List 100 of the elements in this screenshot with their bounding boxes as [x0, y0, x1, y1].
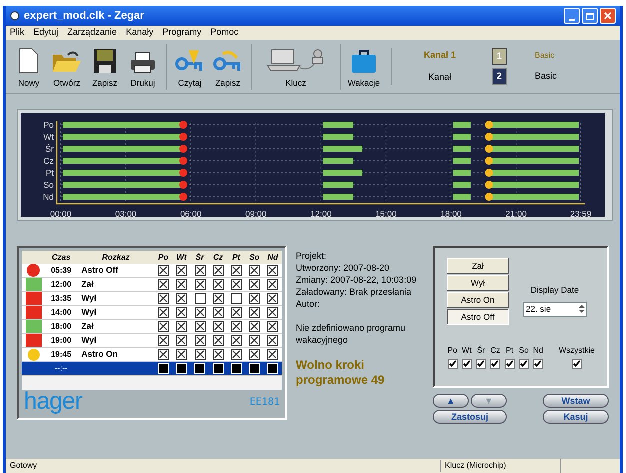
day-checkbox[interactable]	[230, 279, 242, 290]
menu-item[interactable]: Plik	[10, 26, 25, 40]
toolbar-button[interactable]: Drukuj	[124, 44, 162, 90]
menu-item[interactable]: Edytuj	[34, 26, 59, 40]
day-checkbox[interactable]	[212, 321, 224, 332]
astro-off-marker-icon	[180, 145, 188, 153]
channel-button[interactable]: 2	[492, 68, 507, 85]
day-checkbox[interactable]	[176, 321, 188, 332]
day-checkbox[interactable]	[230, 335, 242, 346]
time-tick-label: 21:00	[506, 209, 527, 217]
day-checkbox[interactable]	[230, 265, 242, 276]
day-checkbox[interactable]	[176, 349, 188, 360]
menu-item[interactable]: Programy	[162, 26, 202, 40]
day-checkbox[interactable]	[194, 321, 206, 332]
day-checkbox[interactable]	[230, 349, 242, 360]
day-checkbox[interactable]	[158, 321, 170, 332]
insert-button[interactable]: Wstaw	[543, 394, 609, 408]
day-checkbox[interactable]	[249, 265, 260, 276]
day-checkbox[interactable]	[504, 359, 515, 369]
day-checkbox[interactable]	[448, 359, 458, 369]
day-checkbox[interactable]	[176, 279, 188, 290]
day-checkbox[interactable]	[194, 265, 206, 276]
day-checkbox[interactable]	[194, 279, 206, 290]
day-checkbox[interactable]	[158, 335, 170, 346]
channel-label: Kanał	[428, 70, 452, 84]
day-checkbox[interactable]	[249, 349, 260, 360]
day-checkbox[interactable]	[249, 307, 260, 318]
date-spinner[interactable]: 22. sie	[523, 302, 587, 317]
command-button[interactable]: Astro Off	[447, 309, 509, 325]
day-checkbox[interactable]	[176, 265, 188, 276]
day-checkbox[interactable]	[533, 359, 544, 369]
day-checkbox[interactable]	[230, 307, 242, 318]
close-button[interactable]	[600, 8, 616, 24]
day-checkbox[interactable]	[249, 293, 260, 304]
astro-on-marker-icon	[485, 133, 494, 141]
day-checkbox[interactable]	[267, 307, 278, 318]
command-button[interactable]: Astro On	[447, 292, 509, 308]
toolbar-button[interactable]: Klucz	[256, 44, 336, 90]
day-checkbox[interactable]	[194, 349, 206, 360]
day-checkbox[interactable]	[462, 359, 472, 369]
day-checkbox[interactable]	[230, 321, 242, 332]
day-checkbox[interactable]	[267, 279, 278, 290]
day-checkbox[interactable]	[249, 335, 260, 346]
schedule-row[interactable]: 13:35 Wył	[22, 292, 282, 306]
day-checkbox[interactable]	[267, 349, 278, 360]
day-checkbox[interactable]	[212, 349, 224, 360]
schedule-row[interactable]: 05:39 Astro Off	[22, 264, 282, 278]
day-checkbox[interactable]	[490, 359, 500, 369]
mode-label: Basic	[535, 50, 556, 62]
day-checkbox[interactable]	[194, 335, 206, 346]
schedule-row[interactable]: 12:00 Zał	[22, 278, 282, 292]
day-checkbox[interactable]	[212, 293, 224, 304]
schedule-row[interactable]: 19:00 Wył	[22, 334, 282, 348]
day-checkbox[interactable]	[212, 307, 224, 318]
day-checkbox[interactable]	[519, 359, 530, 369]
minimize-button[interactable]	[564, 8, 580, 24]
menu-item[interactable]: Pomoc	[210, 26, 239, 40]
command-button[interactable]: Wył	[447, 275, 509, 291]
day-checkbox[interactable]	[212, 265, 224, 276]
day-checkbox[interactable]	[158, 279, 170, 290]
menu-item[interactable]: Kanały	[126, 26, 154, 40]
day-checkbox[interactable]	[267, 293, 278, 304]
day-check-label: Nd	[533, 345, 544, 357]
day-checkbox[interactable]	[158, 349, 170, 360]
move-up-button[interactable]: ▲	[433, 394, 469, 408]
day-checkbox[interactable]	[212, 335, 224, 346]
day-checkbox[interactable]	[267, 265, 278, 276]
day-checkbox[interactable]	[212, 279, 224, 290]
toolbar-button[interactable]: Zapisz	[86, 44, 124, 90]
day-checkbox[interactable]	[230, 293, 242, 304]
day-checkbox[interactable]	[158, 265, 170, 276]
day-checkbox[interactable]	[476, 359, 486, 369]
toolbar-button[interactable]: Czytaj	[171, 44, 209, 90]
schedule-row[interactable]: 14:00 Wył	[22, 306, 282, 320]
project-info-text: Utworzony: 2007-08-20	[296, 262, 391, 274]
maximize-button[interactable]	[582, 8, 598, 24]
apply-button[interactable]: Zastosuj	[433, 410, 507, 424]
menu-item[interactable]: Zarządzanie	[68, 26, 118, 40]
folder-icon	[52, 50, 82, 74]
day-checkbox[interactable]	[194, 293, 206, 304]
day-checkbox[interactable]	[249, 279, 260, 290]
day-checkbox[interactable]	[249, 321, 260, 332]
command-button[interactable]: Zał	[447, 258, 509, 274]
day-checkbox[interactable]	[176, 335, 188, 346]
all-days-checkbox[interactable]	[572, 359, 582, 369]
day-checkbox[interactable]	[176, 293, 188, 304]
day-checkbox[interactable]	[158, 293, 170, 304]
toolbar-button[interactable]: Otwórz	[48, 44, 86, 90]
delete-button[interactable]: Kasuj	[543, 410, 609, 424]
schedule-row[interactable]: 19:45 Astro On	[22, 348, 282, 362]
toolbar-button[interactable]: Zapisz	[209, 44, 247, 90]
day-checkbox[interactable]	[158, 307, 170, 318]
toolbar-button[interactable]: Wakacje	[345, 44, 383, 90]
on-period-bar	[323, 170, 363, 176]
day-checkbox[interactable]	[267, 335, 278, 346]
toolbar-button[interactable]: Nowy	[10, 44, 48, 90]
day-checkbox[interactable]	[176, 307, 188, 318]
schedule-row[interactable]: 18:00 Zał	[22, 320, 282, 334]
day-checkbox[interactable]	[267, 321, 278, 332]
day-checkbox[interactable]	[194, 307, 206, 318]
